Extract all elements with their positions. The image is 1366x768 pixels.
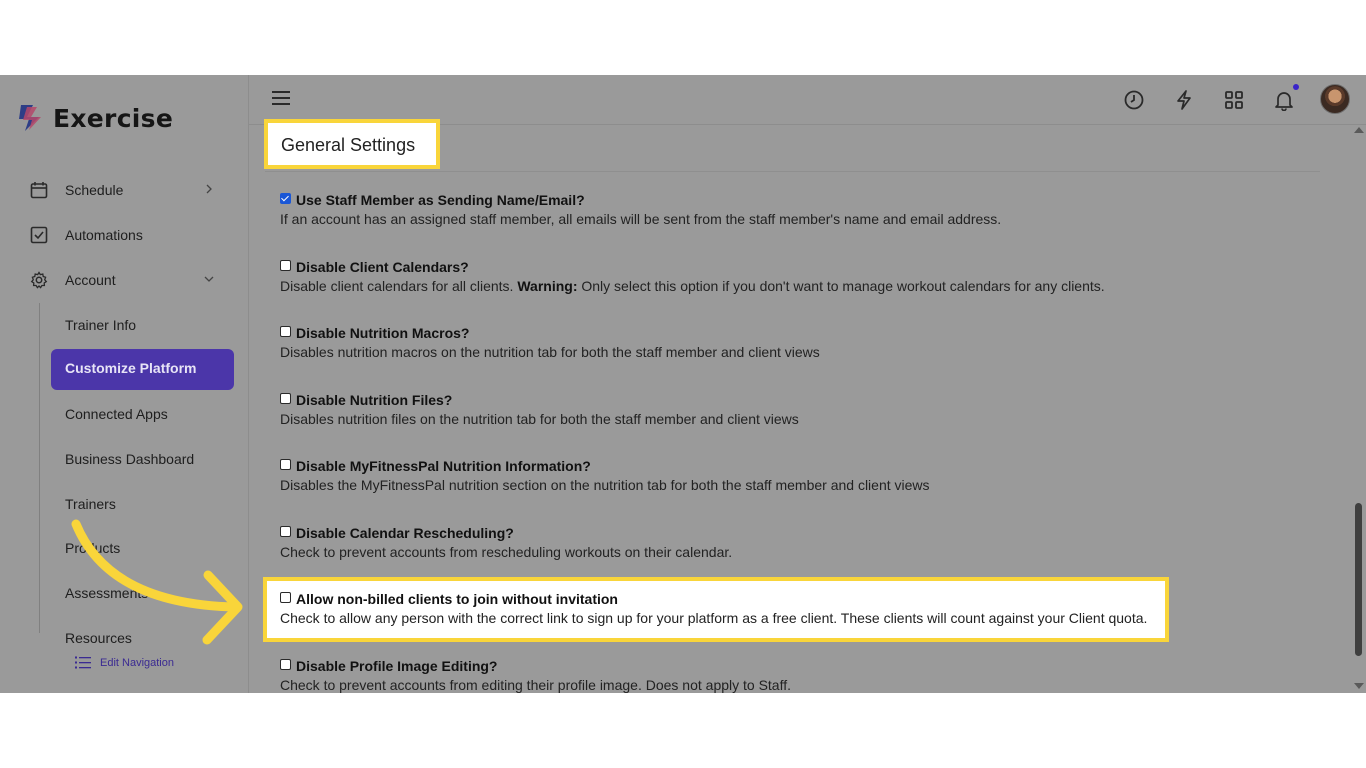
setting-disable-nutrition-files: Disable Nutrition Files? Disables nutrit…	[280, 390, 1340, 427]
gear-icon	[30, 271, 48, 289]
sidebar-item-trainer-info[interactable]: Trainer Info	[65, 314, 136, 336]
sidebar-item-business-dashboard[interactable]: Business Dashboard	[65, 448, 194, 470]
setting-label: Disable MyFitnessPal Nutrition Informati…	[296, 458, 591, 474]
list-icon	[75, 656, 91, 669]
sidebar-item-label: Account	[65, 272, 116, 288]
sidebar: Exercise Schedule Automations Account Tr…	[0, 75, 249, 693]
submenu-divider	[39, 303, 40, 633]
desc-text: Only select this option if you don't wan…	[577, 278, 1105, 294]
bell-icon[interactable]	[1273, 89, 1295, 111]
sidebar-item-label: Schedule	[65, 182, 124, 198]
sidebar-item-resources[interactable]: Resources	[65, 627, 132, 649]
checkbox-disable-nutrition-macros[interactable]	[280, 325, 291, 337]
apps-grid-icon[interactable]	[1223, 89, 1245, 111]
sidebar-item-customize-platform[interactable]: Customize Platform	[51, 349, 234, 390]
setting-disable-myfitnesspal: Disable MyFitnessPal Nutrition Informati…	[280, 456, 1340, 493]
checkbox-disable-profile-image-editing[interactable]	[280, 658, 291, 670]
sidebar-item-label: Automations	[65, 227, 143, 243]
setting-description: Check to prevent accounts from reschedul…	[280, 544, 733, 560]
chevron-down-icon	[204, 276, 214, 282]
chevron-right-icon	[206, 184, 212, 194]
setting-label: Allow non-billed clients to join without…	[296, 591, 618, 607]
setting-use-staff-member: Use Staff Member as Sending Name/Email? …	[280, 190, 1340, 227]
history-icon[interactable]	[1123, 89, 1145, 111]
scroll-up-arrow-icon[interactable]	[1354, 127, 1364, 133]
page-title-highlight: General Settings	[264, 119, 440, 169]
notification-dot	[1293, 84, 1299, 90]
app-window: Exercise Schedule Automations Account Tr…	[0, 75, 1366, 693]
topbar	[249, 75, 1366, 125]
desc-text: Disable client calendars for all clients…	[280, 278, 518, 294]
setting-label: Use Staff Member as Sending Name/Email?	[296, 192, 585, 208]
sidebar-item-products[interactable]: Products	[65, 537, 120, 559]
sidebar-item-label: Customize Platform	[65, 360, 197, 376]
setting-label: Disable Profile Image Editing?	[296, 658, 498, 674]
sidebar-item-connected-apps[interactable]: Connected Apps	[65, 403, 168, 425]
scrollbar[interactable]	[1351, 125, 1366, 693]
edit-navigation-link[interactable]: Edit Navigation	[75, 656, 174, 669]
checkbox-icon	[30, 226, 48, 244]
lightning-icon[interactable]	[1173, 89, 1195, 111]
page-title: General Settings	[281, 135, 416, 155]
avatar[interactable]	[1320, 84, 1350, 114]
setting-label: Disable Nutrition Files?	[296, 392, 453, 408]
setting-description: Check to allow any person with the corre…	[280, 610, 1148, 626]
edit-navigation-label: Edit Navigation	[100, 656, 174, 669]
sidebar-item-assessments[interactable]: Assessments	[65, 582, 148, 604]
checkbox-disable-client-calendars[interactable]	[280, 259, 291, 271]
app-name: Exercise	[53, 103, 174, 133]
sidebar-item-schedule[interactable]: Schedule	[30, 178, 220, 202]
setting-label: Disable Client Calendars?	[296, 259, 469, 275]
sidebar-item-automations[interactable]: Automations	[30, 223, 220, 247]
checkbox-allow-non-billed-clients[interactable]	[280, 591, 291, 603]
main-content: General Settings Use Staff Member as Sen…	[249, 119, 1349, 693]
setting-allow-non-billed-clients: Allow non-billed clients to join without…	[280, 589, 1340, 626]
setting-description: Disables nutrition macros on the nutriti…	[280, 344, 820, 360]
setting-label: Disable Calendar Rescheduling?	[296, 525, 514, 541]
setting-disable-calendar-rescheduling: Disable Calendar Rescheduling? Check to …	[280, 523, 1340, 560]
scroll-thumb[interactable]	[1355, 503, 1362, 656]
checkbox-disable-calendar-rescheduling[interactable]	[280, 525, 291, 537]
sidebar-item-account[interactable]: Account	[30, 268, 220, 292]
setting-label: Disable Nutrition Macros?	[296, 325, 470, 341]
setting-disable-profile-image-editing: Disable Profile Image Editing? Check to …	[280, 656, 1340, 693]
setting-description: Disables the MyFitnessPal nutrition sect…	[280, 477, 930, 493]
setting-disable-nutrition-macros: Disable Nutrition Macros? Disables nutri…	[280, 323, 1340, 360]
setting-description: If an account has an assigned staff memb…	[280, 211, 1002, 227]
checkbox-disable-myfitnesspal[interactable]	[280, 458, 291, 470]
scroll-down-arrow-icon[interactable]	[1354, 683, 1364, 689]
setting-disable-client-calendars: Disable Client Calendars? Disable client…	[280, 257, 1340, 294]
sidebar-item-trainers[interactable]: Trainers	[65, 493, 116, 515]
warning-text: Warning:	[517, 278, 578, 294]
setting-description: Check to prevent accounts from editing t…	[280, 677, 792, 693]
menu-icon[interactable]	[272, 90, 290, 106]
logo-icon	[19, 105, 41, 131]
checkbox-disable-nutrition-files[interactable]	[280, 392, 291, 404]
checkbox-use-staff-member[interactable]	[280, 192, 291, 204]
setting-description: Disables nutrition files on the nutritio…	[280, 411, 799, 427]
setting-description: Disable client calendars for all clients…	[280, 278, 1340, 294]
divider	[265, 171, 1320, 172]
logo[interactable]: Exercise	[17, 103, 173, 133]
calendar-icon	[30, 182, 48, 199]
